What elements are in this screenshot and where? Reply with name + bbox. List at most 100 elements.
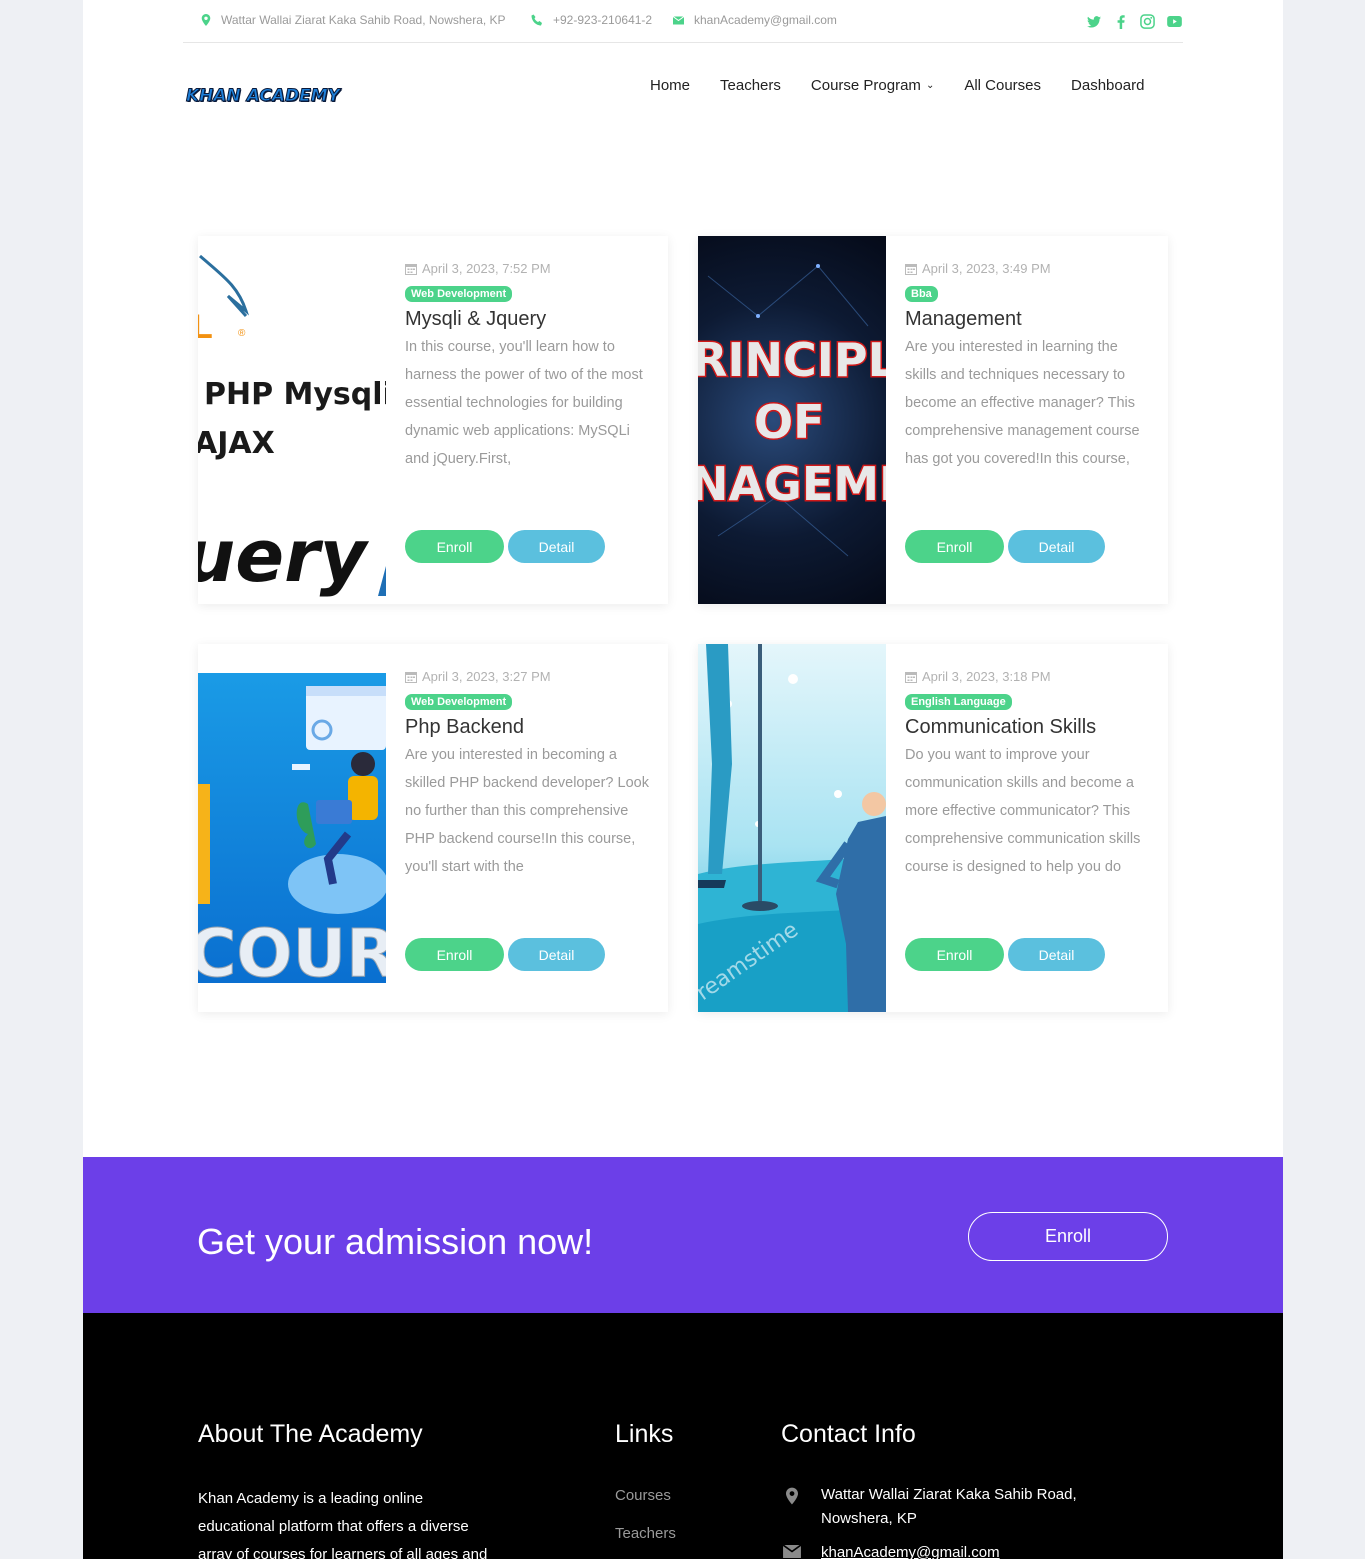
course-card: L ® PHP Mysqli AJAX uery April 3, 2023, …	[198, 236, 668, 604]
thumb-text: RINCIPL	[698, 333, 886, 387]
topbar-email-text: khanAcademy@gmail.com	[694, 13, 837, 27]
detail-button[interactable]: Detail	[508, 530, 605, 563]
calendar-icon	[405, 671, 417, 683]
topbar-email: khanAcademy@gmail.com	[673, 13, 837, 27]
chevron-down-icon: ⌄	[925, 80, 935, 91]
course-card: RINCIPL OF NAGEMI April 3, 2023, 3:49 PM…	[698, 236, 1168, 604]
course-date-text: April 3, 2023, 3:18 PM	[922, 669, 1051, 684]
enroll-button[interactable]: Enroll	[405, 530, 504, 563]
footer-link-teachers[interactable]: Teachers	[615, 1525, 676, 1559]
course-thumbnail: COUR	[198, 644, 386, 1012]
course-title[interactable]: Php Backend	[405, 716, 650, 739]
course-title[interactable]: Communication Skills	[905, 716, 1150, 739]
footer-contact-title: Contact Info	[781, 1420, 916, 1448]
footer: About The Academy Khan Academy is a lead…	[83, 1313, 1283, 1559]
course-description: Are you interested in learning the skill…	[905, 339, 1140, 467]
youtube-icon[interactable]	[1166, 13, 1183, 30]
course-description: Do you want to improve your communicatio…	[905, 747, 1141, 875]
mail-icon	[673, 15, 684, 24]
svg-text:®: ®	[238, 328, 246, 339]
course-title[interactable]: Management	[905, 308, 1150, 331]
course-description: In this course, you'll learn how to harn…	[405, 339, 643, 467]
footer-link-courses[interactable]: Courses	[615, 1487, 676, 1525]
footer-email-link[interactable]: khanAcademy@gmail.com	[821, 1541, 1000, 1559]
calendar-icon	[905, 671, 917, 683]
topbar-phone-text: +92-923-210641-2	[553, 13, 653, 27]
nav-home[interactable]: Home	[650, 77, 690, 94]
footer-address-text: Wattar Wallai Ziarat Kaka Sahib Road, No…	[821, 1486, 1077, 1527]
course-thumbnail: reamstime	[698, 644, 886, 1012]
top-bar: Wattar Wallai Ziarat Kaka Sahib Road, No…	[183, 0, 1183, 43]
admission-enroll-button[interactable]: Enroll	[968, 1212, 1168, 1261]
footer-about-text: Khan Academy is a leading online educati…	[198, 1490, 488, 1559]
course-body: April 3, 2023, 7:52 PM Web Development M…	[405, 261, 650, 501]
course-body: April 3, 2023, 3:18 PM English Language …	[905, 669, 1150, 909]
nav-home-label: Home	[650, 77, 691, 94]
phone-icon	[531, 14, 542, 26]
nav-course-program-label: Course Program	[810, 77, 921, 94]
site-logo[interactable]: KHAN ACADEMY	[186, 86, 341, 107]
course-body: April 3, 2023, 3:49 PM Bba Management Ar…	[905, 261, 1150, 501]
calendar-icon	[905, 263, 917, 275]
calendar-icon	[405, 263, 417, 275]
mail-icon	[781, 1541, 803, 1559]
footer-about-title: About The Academy	[198, 1420, 423, 1448]
communication-image: reamstime	[698, 644, 886, 1012]
nav-teachers-label: Teachers	[720, 77, 781, 94]
detail-button[interactable]: Detail	[508, 938, 605, 971]
enroll-button[interactable]: Enroll	[405, 938, 504, 971]
course-actions: Enroll Detail	[905, 530, 1105, 563]
enroll-button[interactable]: Enroll	[905, 938, 1004, 971]
course-date: April 3, 2023, 3:27 PM	[405, 669, 650, 684]
category-badge[interactable]: Bba	[905, 286, 938, 302]
category-badge[interactable]: English Language	[905, 694, 1012, 710]
thumb-text: uery	[198, 514, 370, 598]
footer-contact-email: khanAcademy@gmail.com	[781, 1541, 1101, 1559]
course-date-text: April 3, 2023, 7:52 PM	[422, 261, 551, 276]
nav-all-courses-label: All Courses	[964, 77, 1042, 94]
topbar-address: Wattar Wallai Ziarat Kaka Sahib Road, No…	[201, 13, 506, 27]
topbar-address-text: Wattar Wallai Ziarat Kaka Sahib Road, No…	[221, 13, 506, 27]
nav-teachers[interactable]: Teachers	[720, 77, 781, 94]
nav-dashboard[interactable]: Dashboard	[1071, 77, 1144, 94]
nav-course-program[interactable]: Course Program ⌄	[811, 77, 934, 94]
course-body: April 3, 2023, 3:27 PM Web Development P…	[405, 669, 650, 909]
footer-links: Courses Teachers	[615, 1487, 676, 1559]
course-actions: Enroll Detail	[405, 530, 605, 563]
svg-text:L: L	[198, 308, 213, 346]
map-pin-icon	[201, 14, 211, 26]
nav-all-courses[interactable]: All Courses	[964, 77, 1041, 94]
enroll-button[interactable]: Enroll	[905, 530, 1004, 563]
instagram-icon[interactable]	[1139, 13, 1156, 30]
admission-banner: Get your admission now! Enroll	[83, 1157, 1283, 1313]
nav-dashboard-label: Dashboard	[1071, 77, 1145, 94]
topbar-phone: +92-923-210641-2	[531, 13, 652, 27]
course-card: reamstime April 3, 2023, 3:18 PM English…	[698, 644, 1168, 1012]
thumb-text: PHP Mysqli	[204, 377, 386, 412]
thumb-text: COUR	[198, 915, 386, 992]
footer-contact: Wattar Wallai Ziarat Kaka Sahib Road, No…	[781, 1483, 1101, 1559]
facebook-icon[interactable]	[1112, 13, 1129, 30]
course-actions: Enroll Detail	[905, 938, 1105, 971]
detail-button[interactable]: Detail	[1008, 938, 1105, 971]
category-badge[interactable]: Web Development	[405, 286, 513, 302]
course-date-text: April 3, 2023, 3:27 PM	[422, 669, 551, 684]
detail-button[interactable]: Detail	[1008, 530, 1105, 563]
php-backend-image: COUR	[198, 673, 386, 993]
course-date-text: April 3, 2023, 3:49 PM	[922, 261, 1051, 276]
footer-links-title: Links	[615, 1420, 674, 1448]
thumb-text: OF	[754, 395, 825, 449]
main-nav: Home Teachers Course Program ⌄ All Course…	[650, 77, 1144, 94]
management-image: RINCIPL OF NAGEMI	[698, 264, 886, 557]
social-links	[1085, 13, 1183, 30]
twitter-icon[interactable]	[1085, 13, 1102, 30]
admission-heading: Get your admission now!	[197, 1221, 594, 1262]
thumb-text: NAGEMI	[698, 457, 886, 511]
course-date: April 3, 2023, 3:49 PM	[905, 261, 1150, 276]
page: Wattar Wallai Ziarat Kaka Sahib Road, No…	[83, 0, 1283, 1559]
course-thumbnail: RINCIPL OF NAGEMI	[698, 236, 886, 604]
course-date: April 3, 2023, 3:18 PM	[905, 669, 1150, 684]
category-badge[interactable]: Web Development	[405, 694, 513, 710]
mysql-jquery-image: L ® PHP Mysqli AJAX uery	[198, 254, 386, 598]
course-title[interactable]: Mysqli & Jquery	[405, 308, 650, 331]
